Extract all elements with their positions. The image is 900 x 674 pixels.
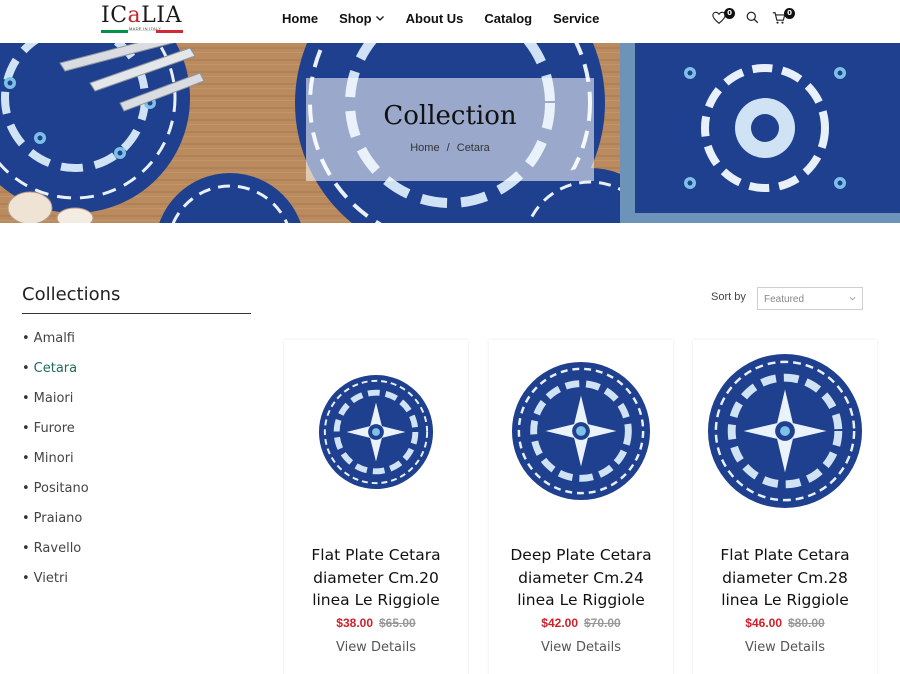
product-card[interactable]: Flat Plate Cetara diameter Cm.20 linea Le … bbox=[284, 340, 468, 674]
view-details-link[interactable]: View Details bbox=[489, 640, 673, 655]
product-price: $46.00 $80.00 bbox=[693, 616, 877, 630]
sale-price: $42.00 bbox=[541, 616, 578, 630]
search-button[interactable] bbox=[746, 11, 762, 27]
product-name[interactable]: Flat Plate Cetara diameter Cm.20 linea Le … bbox=[284, 544, 468, 612]
original-price: $70.00 bbox=[584, 616, 621, 630]
product-price: $42.00 $70.00 bbox=[489, 616, 673, 630]
product-card[interactable]: Flat Plate Cetara diameter Cm.28 linea Le … bbox=[693, 340, 877, 674]
nav-service[interactable]: Service bbox=[553, 11, 599, 26]
brand-logo[interactable]: ICaLIA MADE IN ITALY bbox=[101, 5, 183, 35]
main-nav: Home Shop About Us Catalog Service bbox=[282, 0, 620, 36]
sort-label: Sort by bbox=[711, 291, 746, 303]
sidebar-item-praiano[interactable]: Praiano bbox=[22, 510, 89, 540]
nav-catalog[interactable]: Catalog bbox=[484, 11, 532, 26]
search-icon bbox=[746, 11, 759, 24]
cart-count-badge: 0 bbox=[784, 8, 795, 19]
product-image-plate[interactable] bbox=[317, 373, 435, 491]
header-icons: 0 0 bbox=[700, 0, 900, 36]
breadcrumb-separator: / bbox=[446, 142, 450, 154]
wishlist-count-badge: 0 bbox=[724, 8, 735, 19]
chevron-down-icon bbox=[849, 296, 856, 301]
site-header: ICaLIA MADE IN ITALY Home Shop About Us … bbox=[0, 0, 900, 43]
sidebar-item-vietri[interactable]: Vietri bbox=[22, 570, 89, 600]
collection-hero-banner: Collection Home / Cetara bbox=[0, 43, 900, 223]
nav-shop[interactable]: Shop bbox=[339, 11, 385, 26]
collections-list: Amalfi Cetara Maiori Furore Minori Posit… bbox=[22, 330, 89, 600]
chevron-down-icon bbox=[375, 16, 384, 21]
nav-about-us[interactable]: About Us bbox=[406, 11, 464, 26]
sidebar-title: Collections bbox=[22, 284, 121, 305]
view-details-link[interactable]: View Details bbox=[284, 640, 468, 655]
product-price: $38.00 $65.00 bbox=[284, 616, 468, 630]
product-name[interactable]: Flat Plate Cetara diameter Cm.28 linea Le … bbox=[693, 544, 877, 612]
sort-selected-value: Featured bbox=[764, 294, 805, 305]
sidebar-item-ravello[interactable]: Ravello bbox=[22, 540, 89, 570]
product-name[interactable]: Deep Plate Cetara diameter Cm.24 linea Le … bbox=[489, 544, 673, 612]
sidebar-item-amalfi[interactable]: Amalfi bbox=[22, 330, 89, 360]
nav-home[interactable]: Home bbox=[282, 11, 318, 26]
original-price: $80.00 bbox=[788, 616, 825, 630]
product-image-plate[interactable] bbox=[510, 360, 652, 502]
breadcrumb-current: Cetara bbox=[456, 142, 490, 154]
breadcrumb-home-link[interactable]: Home bbox=[410, 142, 439, 154]
hero-title-box: Collection Home / Cetara bbox=[306, 78, 594, 181]
sidebar-item-maiori[interactable]: Maiori bbox=[22, 390, 89, 420]
product-card[interactable]: Deep Plate Cetara diameter Cm.24 linea Le … bbox=[489, 340, 673, 674]
product-image-plate[interactable] bbox=[706, 352, 864, 510]
sidebar-divider bbox=[22, 313, 251, 314]
sidebar-item-minori[interactable]: Minori bbox=[22, 450, 89, 480]
sidebar-item-positano[interactable]: Positano bbox=[22, 480, 89, 510]
original-price: $65.00 bbox=[379, 616, 416, 630]
breadcrumb: Home / Cetara bbox=[306, 142, 594, 154]
wishlist-button[interactable]: 0 bbox=[712, 8, 735, 27]
sale-price: $46.00 bbox=[745, 616, 782, 630]
sidebar-item-furore[interactable]: Furore bbox=[22, 420, 89, 450]
logo-tagline: MADE IN ITALY bbox=[129, 26, 162, 31]
view-details-link[interactable]: View Details bbox=[693, 640, 877, 655]
sidebar-item-cetara[interactable]: Cetara bbox=[22, 360, 89, 390]
cart-button[interactable]: 0 bbox=[772, 8, 795, 27]
sale-price: $38.00 bbox=[336, 616, 373, 630]
logo-wordmark: ICaLIA bbox=[101, 3, 182, 28]
page-title: Collection bbox=[383, 101, 517, 131]
sort-select[interactable]: Featured bbox=[757, 287, 863, 310]
